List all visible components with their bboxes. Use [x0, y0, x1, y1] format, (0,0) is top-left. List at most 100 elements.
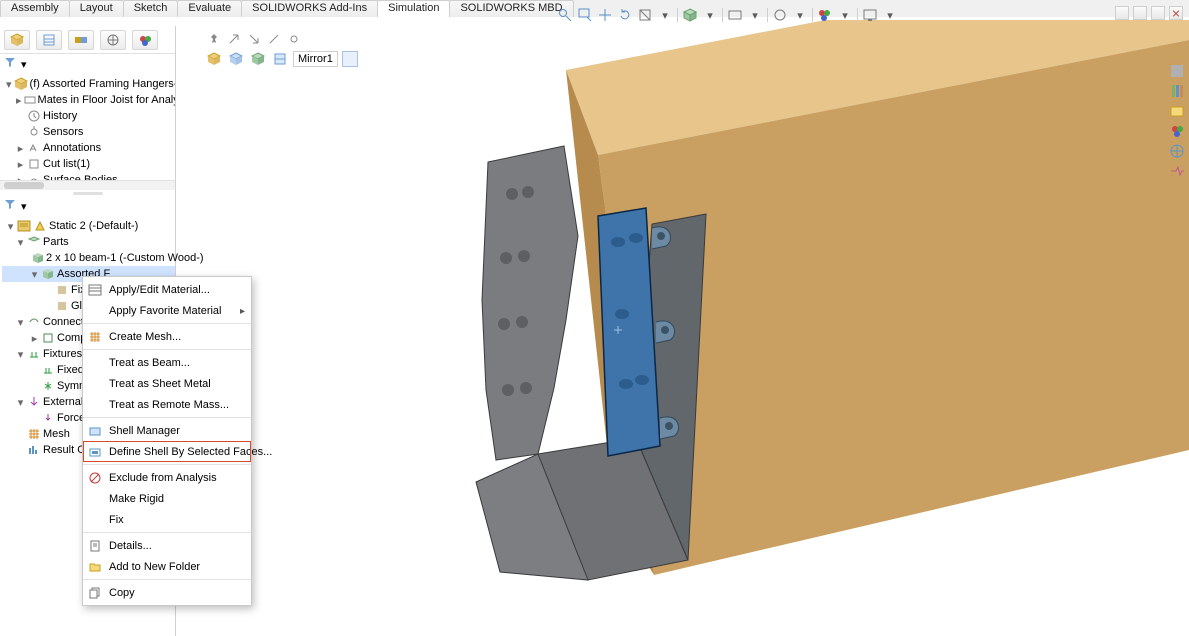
- close-button[interactable]: [1169, 6, 1183, 20]
- resources-icon[interactable]: [1167, 62, 1187, 80]
- graphics-viewport[interactable]: [176, 20, 1189, 636]
- tree-item[interactable]: Sensors: [43, 126, 83, 138]
- solid-body-icon: [55, 299, 69, 313]
- pin-icon[interactable]: [205, 30, 223, 48]
- tree-item[interactable]: 2 x 10 beam-1 (-Custom Wood-): [46, 252, 204, 264]
- ctx-make-rigid[interactable]: Make Rigid: [83, 488, 251, 509]
- study-label[interactable]: Static 2 (-Default-): [49, 220, 138, 232]
- appearance-icon[interactable]: [817, 7, 833, 23]
- dimxpert-tab[interactable]: [100, 30, 126, 50]
- part-crumb-icon[interactable]: [205, 50, 223, 68]
- loads-icon: [27, 395, 41, 409]
- breadcrumb-feature[interactable]: Mirror1: [293, 51, 338, 67]
- zoom-area-icon[interactable]: [577, 7, 593, 23]
- parts-label[interactable]: Parts: [43, 236, 69, 248]
- ctx-treat-as-remote-mass[interactable]: Treat as Remote Mass...: [83, 394, 251, 415]
- filter-icon[interactable]: [4, 56, 18, 70]
- define-shell-icon: [87, 444, 103, 460]
- design-tree[interactable]: ▾ (f) Assorted Framing Hangers-Std . ^ ▸…: [0, 74, 175, 180]
- tree-item[interactable]: Annotations: [43, 142, 101, 154]
- minimize-button[interactable]: [1115, 6, 1129, 20]
- tab-sketch[interactable]: Sketch: [123, 0, 179, 17]
- ctx-treat-as-beam[interactable]: Treat as Beam...: [83, 352, 251, 373]
- mates-icon: [24, 93, 36, 107]
- sim-filter-row: ▾: [0, 196, 175, 216]
- measure-icon[interactable]: [265, 30, 283, 48]
- arrow-icon[interactable]: [225, 30, 243, 48]
- sensors-icon: [27, 125, 41, 139]
- history-icon: [27, 109, 41, 123]
- breadcrumb-end[interactable]: [342, 51, 358, 67]
- dropdown-icon[interactable]: ▾: [747, 7, 763, 23]
- property-manager-tab[interactable]: [36, 30, 62, 50]
- dropdown-icon[interactable]: ▾: [702, 7, 718, 23]
- tree-item[interactable]: History: [43, 110, 77, 122]
- file-explorer-icon[interactable]: [1167, 102, 1187, 120]
- copy-icon: [87, 585, 103, 601]
- tab-simulation[interactable]: Simulation: [377, 0, 450, 17]
- tab-assembly[interactable]: Assembly: [0, 0, 70, 17]
- tree-root-label: (f) Assorted Framing Hangers-Std . ^: [30, 78, 175, 90]
- appearances-icon[interactable]: [1167, 142, 1187, 160]
- zoom-fit-icon[interactable]: [557, 7, 573, 23]
- tab-evaluate[interactable]: Evaluate: [177, 0, 242, 17]
- tab-addins[interactable]: SOLIDWORKS Add-Ins: [241, 0, 378, 17]
- section-icon[interactable]: [637, 7, 653, 23]
- ctx-copy[interactable]: Copy: [83, 582, 251, 603]
- pan-icon[interactable]: [597, 7, 613, 23]
- graphics-toolbar-row1: [205, 30, 303, 48]
- display-manager-tab[interactable]: [132, 30, 158, 50]
- fixtures-label[interactable]: Fixtures: [43, 348, 82, 360]
- ctx-fix[interactable]: Fix: [83, 509, 251, 530]
- tree-scrollbar[interactable]: [0, 180, 175, 190]
- mesh-icon: [27, 427, 41, 441]
- dropdown-icon[interactable]: ▾: [792, 7, 808, 23]
- filter-icon[interactable]: [4, 198, 18, 212]
- details-icon: [87, 538, 103, 554]
- feature-manager-tab[interactable]: [4, 30, 30, 50]
- feature-crumb-icon[interactable]: [271, 50, 289, 68]
- ctx-create-mesh[interactable]: Create Mesh...: [83, 326, 251, 347]
- tree-item[interactable]: Mates in Floor Joist for Analysi: [38, 94, 175, 106]
- config-manager-tab[interactable]: [68, 30, 94, 50]
- ctx-apply-favorite-material[interactable]: Apply Favorite Material: [83, 300, 251, 321]
- dropdown-icon[interactable]: ▾: [882, 7, 898, 23]
- ctx-add-to-new-folder[interactable]: Add to New Folder: [83, 556, 251, 577]
- dropdown-icon[interactable]: ▾: [837, 7, 853, 23]
- display-mode-icon[interactable]: [727, 7, 743, 23]
- ctx-exclude-from-analysis[interactable]: Exclude from Analysis: [83, 467, 251, 488]
- tree-item[interactable]: Cut list(1): [43, 158, 90, 170]
- render-tools-icon[interactable]: [862, 7, 878, 23]
- solid-body-icon: [55, 283, 69, 297]
- home-icon[interactable]: [1167, 42, 1187, 60]
- maximize-button[interactable]: [1151, 6, 1165, 20]
- ctx-shell-manager[interactable]: Shell Manager: [83, 420, 251, 441]
- body-crumb-icon[interactable]: [249, 50, 267, 68]
- tab-layout[interactable]: Layout: [69, 0, 124, 17]
- ctx-treat-as-sheet-metal[interactable]: Treat as Sheet Metal: [83, 373, 251, 394]
- force-icon: [41, 411, 55, 425]
- view-toolbar: ▾ ▾ ▾ ▾ ▾ ▾: [557, 7, 898, 23]
- solid-body-icon: [41, 267, 55, 281]
- mesh-label[interactable]: Mesh: [43, 428, 70, 440]
- tab-mbd[interactable]: SOLIDWORKS MBD: [449, 0, 573, 17]
- rotate-icon[interactable]: [617, 7, 633, 23]
- scene-icon[interactable]: [772, 7, 788, 23]
- manager-tabs: [0, 26, 175, 54]
- ctx-define-shell-by-faces[interactable]: Define Shell By Selected Faces...: [83, 441, 251, 462]
- cutlist-icon: [27, 157, 41, 171]
- ctx-apply-edit-material[interactable]: Apply/Edit Material...: [83, 279, 251, 300]
- annotations-icon: [27, 141, 41, 155]
- fixed-icon: [41, 363, 55, 377]
- view-cube-icon[interactable]: [682, 7, 698, 23]
- probe-icon[interactable]: [285, 30, 303, 48]
- restore-button[interactable]: [1133, 6, 1147, 20]
- assembly-crumb-icon[interactable]: [227, 50, 245, 68]
- ctx-details[interactable]: Details...: [83, 535, 251, 556]
- view-palette-icon[interactable]: [1167, 122, 1187, 140]
- custom-props-icon[interactable]: [1167, 162, 1187, 180]
- display-style-icon[interactable]: ▾: [657, 7, 673, 23]
- material-icon: [87, 282, 103, 298]
- library-icon[interactable]: [1167, 82, 1187, 100]
- arrow2-icon[interactable]: [245, 30, 263, 48]
